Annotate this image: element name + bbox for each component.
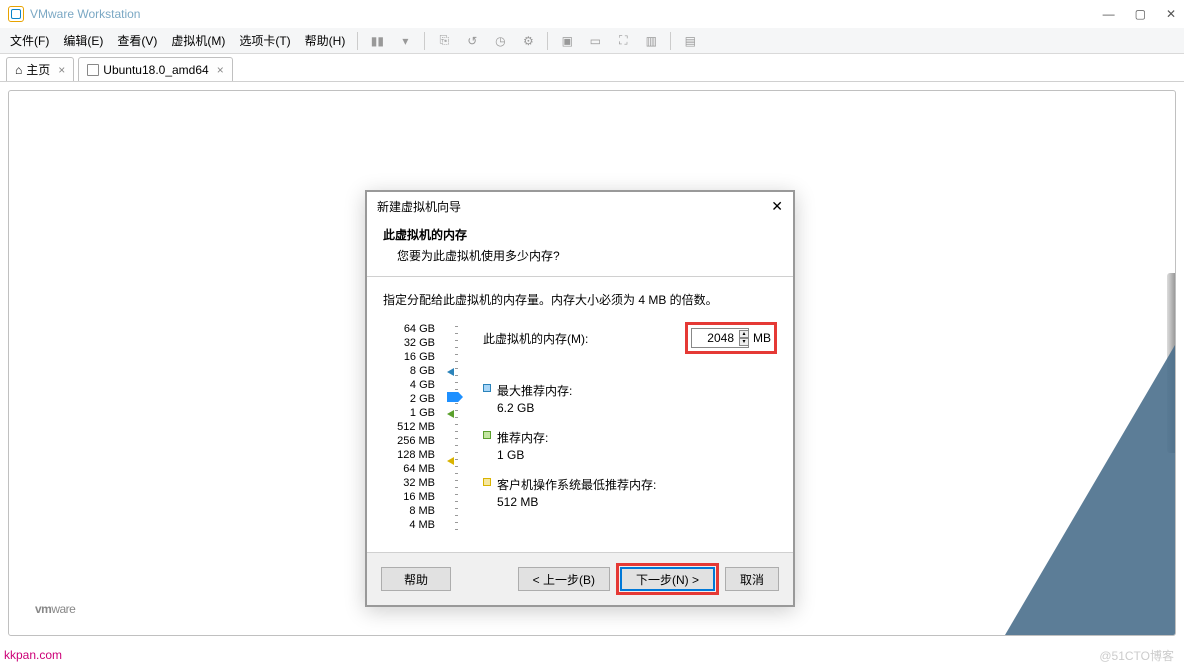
menu-help[interactable]: 帮助(H) bbox=[299, 29, 352, 52]
dialog-title: 新建虚拟机向导 bbox=[377, 198, 461, 215]
min-marker-icon bbox=[447, 457, 457, 467]
memory-spinner[interactable]: ▴▾ bbox=[739, 330, 749, 346]
dialog-close-button[interactable]: ✕ bbox=[771, 198, 783, 215]
thumbnail-icon[interactable]: ▥ bbox=[642, 32, 660, 50]
pause-icon[interactable]: ▮▮ bbox=[368, 32, 386, 50]
dialog-button-bar: 帮助 < 上一步(B) 下一步(N) > 取消 bbox=[367, 552, 793, 605]
menu-tabs[interactable]: 选项卡(T) bbox=[233, 29, 296, 52]
new-vm-wizard-dialog: 新建虚拟机向导 ✕ 此虚拟机的内存 您要为此虚拟机使用多少内存? 指定分配给此虚… bbox=[365, 190, 795, 607]
library-icon[interactable]: ▤ bbox=[681, 32, 699, 50]
tab-vm[interactable]: Ubuntu18.0_amd64 × bbox=[78, 57, 232, 81]
max-rec-value: 6.2 GB bbox=[497, 401, 572, 415]
decoration-triangle bbox=[1005, 345, 1175, 635]
memory-hint: 指定分配给此虚拟机的内存量。内存大小必须为 4 MB 的倍数。 bbox=[383, 291, 777, 308]
window-title: VMware Workstation bbox=[30, 7, 140, 21]
rec-label: 推荐内存: bbox=[497, 429, 548, 446]
manage-icon[interactable]: ◷ bbox=[491, 32, 509, 50]
dialog-header: 此虚拟机的内存 您要为此虚拟机使用多少内存? bbox=[367, 220, 793, 277]
memory-slider[interactable] bbox=[447, 322, 465, 532]
maximize-button[interactable]: ▢ bbox=[1135, 7, 1146, 21]
separator bbox=[670, 32, 671, 50]
next-button[interactable]: 下一步(N) > bbox=[620, 567, 715, 591]
titlebar: VMware Workstation — ▢ ✕ bbox=[0, 0, 1184, 28]
home-icon: ⌂ bbox=[15, 63, 22, 77]
minimize-button[interactable]: — bbox=[1103, 7, 1115, 21]
next-button-highlight: 下一步(N) > bbox=[616, 563, 719, 595]
close-button[interactable]: ✕ bbox=[1166, 7, 1176, 21]
menubar: 文件(F) 编辑(E) 查看(V) 虚拟机(M) 选项卡(T) 帮助(H) ▮▮… bbox=[0, 28, 1184, 54]
dialog-titlebar: 新建虚拟机向导 ✕ bbox=[367, 192, 793, 220]
cancel-button[interactable]: 取消 bbox=[725, 567, 779, 591]
back-button[interactable]: < 上一步(B) bbox=[518, 567, 610, 591]
max-rec-icon bbox=[483, 384, 491, 392]
min-rec-icon bbox=[483, 478, 491, 486]
menu-view[interactable]: 查看(V) bbox=[111, 29, 163, 52]
fullscreen-icon[interactable]: ▭ bbox=[586, 32, 604, 50]
settings-icon[interactable]: ⚙ bbox=[519, 32, 537, 50]
main-area: vmware 新建虚拟机向导 ✕ 此虚拟机的内存 您要为此虚拟机使用多少内存? … bbox=[0, 82, 1184, 644]
tab-close-icon[interactable]: × bbox=[217, 63, 224, 77]
separator bbox=[357, 32, 358, 50]
dialog-body: 指定分配给此虚拟机的内存量。内存大小必须为 4 MB 的倍数。 64 GB 32… bbox=[367, 277, 793, 552]
max-rec-label: 最大推荐内存: bbox=[497, 382, 572, 399]
revert-icon[interactable]: ↺ bbox=[463, 32, 481, 50]
unity-icon[interactable]: ⛶ bbox=[614, 32, 632, 50]
rec-value: 1 GB bbox=[497, 448, 548, 462]
rec-marker-icon bbox=[447, 410, 457, 420]
menu-edit[interactable]: 编辑(E) bbox=[57, 29, 109, 52]
tabbar: ⌂ 主页 × Ubuntu18.0_amd64 × bbox=[0, 54, 1184, 82]
memory-unit: MB bbox=[753, 331, 771, 345]
app-icon bbox=[8, 6, 24, 22]
footer-url: kkpan.com bbox=[4, 648, 62, 662]
separator bbox=[547, 32, 548, 50]
tab-vm-label: Ubuntu18.0_amd64 bbox=[103, 63, 208, 77]
menu-vm[interactable]: 虚拟机(M) bbox=[165, 29, 231, 52]
dialog-header-subtitle: 您要为此虚拟机使用多少内存? bbox=[383, 247, 777, 264]
help-button[interactable]: 帮助 bbox=[381, 567, 451, 591]
min-rec-label: 客户机操作系统最低推荐内存: bbox=[497, 476, 656, 493]
vm-icon bbox=[87, 64, 99, 76]
min-rec-value: 512 MB bbox=[497, 495, 656, 509]
rec-icon bbox=[483, 431, 491, 439]
tab-home[interactable]: ⌂ 主页 × bbox=[6, 57, 74, 81]
dropdown-icon[interactable]: ▾ bbox=[396, 32, 414, 50]
tab-home-label: 主页 bbox=[26, 61, 50, 78]
dialog-header-title: 此虚拟机的内存 bbox=[383, 226, 777, 243]
memory-scale: 64 GB 32 GB 16 GB 8 GB 4 GB 2 GB 1 GB 51… bbox=[383, 322, 435, 532]
memory-input-highlight: ▴▾ MB bbox=[685, 322, 777, 354]
vmware-watermark: vmware bbox=[35, 593, 75, 619]
console-icon[interactable]: ▣ bbox=[558, 32, 576, 50]
max-marker-icon bbox=[447, 368, 457, 378]
tab-close-icon[interactable]: × bbox=[58, 63, 65, 77]
footer-brand: @51CTO博客 bbox=[1099, 647, 1174, 664]
memory-label: 此虚拟机的内存(M): bbox=[483, 330, 588, 347]
footer: kkpan.com bbox=[0, 644, 1184, 666]
snapshot-icon[interactable]: ⎘ bbox=[435, 32, 453, 50]
slider-thumb[interactable] bbox=[447, 392, 463, 402]
separator bbox=[424, 32, 425, 50]
menu-file[interactable]: 文件(F) bbox=[4, 29, 55, 52]
